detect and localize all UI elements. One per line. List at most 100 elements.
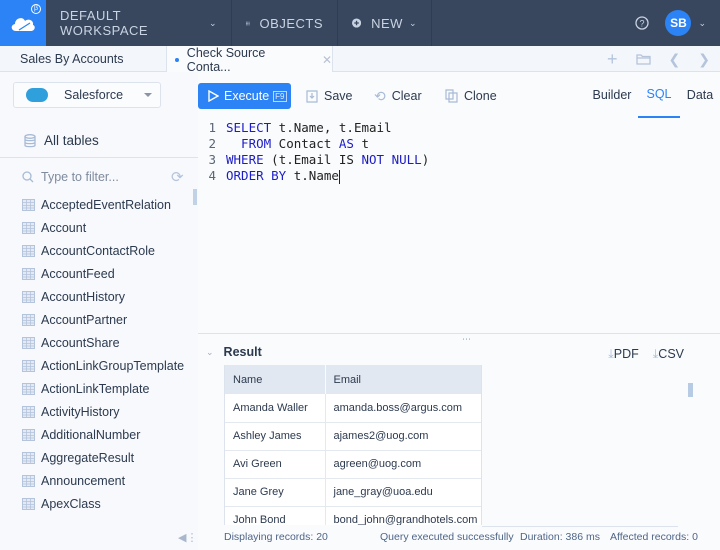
cell-name[interactable]: Avi Green (225, 450, 326, 479)
refresh-icon[interactable]: ⟳ (171, 168, 184, 186)
table-icon (22, 336, 35, 349)
open-folder-icon[interactable] (635, 53, 651, 65)
table-list-item[interactable]: AccountHistory (22, 285, 184, 308)
clone-button[interactable]: Clone (445, 83, 497, 109)
cell-email[interactable]: amanda.boss@argus.com (325, 394, 481, 423)
result-title: Result (223, 345, 262, 359)
export-pdf-button[interactable]: ⤓PDF (608, 347, 639, 362)
new-menu[interactable]: NEW ⌄ (338, 0, 432, 46)
table-name: ApexClass (41, 496, 101, 511)
header-row: Name Email (225, 365, 481, 394)
workspace-dropdown[interactable]: DEFAULT WORKSPACE ⌄ (46, 0, 232, 46)
tab-check-source-contacts[interactable]: Check Source Conta... ✕ (167, 46, 333, 74)
filter-input[interactable]: Type to filter... (41, 170, 119, 184)
sql-editor[interactable]: 1 SELECT t.Name, t.Email 2 FROM Contact AS… (198, 118, 720, 333)
table-icon (22, 244, 35, 257)
tab-data[interactable]: Data (680, 72, 720, 118)
tab-sales-by-accounts[interactable]: Sales By Accounts (0, 46, 167, 72)
all-tables-header[interactable]: All tables (24, 133, 99, 148)
result-grid: Name Email Amanda Waller amanda.boss@argu… (224, 365, 482, 525)
user-avatar[interactable]: SB (665, 10, 692, 36)
table-list-item[interactable]: ActionLinkGroupTemplate (22, 354, 184, 377)
column-header-name[interactable]: Name (225, 365, 326, 394)
table-row[interactable]: Jane Grey jane_gray@uoa.edu (225, 478, 481, 507)
table-list-item[interactable]: ActivityHistory (22, 400, 184, 423)
table-list-item[interactable]: ApexClass (22, 492, 184, 515)
connection-label: Salesforce (64, 88, 124, 102)
tab-builder[interactable]: Builder (586, 72, 638, 118)
clear-button[interactable]: ⟲ Clear (374, 83, 422, 109)
table-list-item[interactable]: ActionLinkTemplate (22, 377, 184, 400)
column-header-email[interactable]: Email (325, 365, 481, 394)
workspace-label: DEFAULT WORKSPACE (60, 8, 149, 38)
objects-label: OBJECTS (259, 15, 323, 31)
execute-button[interactable]: Execute F9 (198, 83, 291, 109)
table-name: AccountContactRole (41, 243, 155, 258)
sql-keyword: WHERE (226, 152, 264, 167)
sql-keyword: FROM (226, 136, 272, 151)
table-filter[interactable]: Type to filter... (22, 170, 119, 184)
export-csv-button[interactable]: ⤓CSV (653, 347, 684, 362)
sql-text: t (353, 136, 370, 151)
sql-text: Contact (271, 136, 339, 151)
connection-select[interactable]: Salesforce (13, 82, 161, 108)
caret-down-icon (144, 93, 152, 97)
close-tab-icon[interactable]: ✕ (322, 53, 332, 67)
collapse-sidebar-icon[interactable]: ◀⋮ (178, 531, 197, 544)
clear-label: Clear (391, 89, 422, 103)
table-row[interactable]: John Bond bond_john@grandhotels.com (225, 506, 481, 525)
resize-grip-icon[interactable]: ⋯ (462, 334, 472, 345)
table-list-item[interactable]: AccountContactRole (22, 239, 184, 262)
cell-name[interactable]: Ashley James (225, 422, 326, 451)
table-icon (22, 198, 35, 211)
table-list-item[interactable]: AdditionalNumber (22, 423, 184, 446)
table-list-item[interactable]: AggregateResult (22, 446, 184, 469)
result-scrollbar[interactable] (688, 383, 693, 397)
table-name: AccountHistory (41, 289, 126, 304)
cell-email[interactable]: bond_john@grandhotels.com (325, 506, 481, 525)
table-row[interactable]: Amanda Waller amanda.boss@argus.com (225, 394, 481, 423)
chevron-left-icon[interactable]: ❮ (669, 51, 681, 68)
table-row[interactable]: Avi Green agreen@uog.com (225, 450, 481, 479)
sql-text: t.Name (286, 168, 339, 183)
help-button[interactable]: ? (619, 0, 665, 46)
cell-name[interactable]: Jane Grey (225, 478, 326, 507)
cell-name[interactable]: Amanda Waller (225, 394, 326, 423)
query-editor-panel: Execute F9 Save ⟲ Clear Clone Builder SQ… (198, 72, 720, 550)
cell-email[interactable]: jane_gray@uoa.edu (325, 478, 481, 507)
panel-splitter[interactable] (198, 333, 720, 334)
sidebar-scrollbar[interactable] (193, 189, 197, 205)
tab-sql[interactable]: SQL (638, 72, 680, 118)
chevron-right-icon[interactable]: ❯ (698, 51, 710, 68)
table-row[interactable]: Ashley James ajames2@uog.com (225, 422, 481, 451)
table-list-item[interactable]: AcceptedEventRelation (22, 193, 184, 216)
add-tab-icon[interactable]: + (607, 49, 618, 70)
all-tables-label: All tables (44, 133, 99, 148)
line-number: 2 (208, 136, 216, 151)
affected-records: Affected records: 0 (610, 531, 698, 543)
cell-email[interactable]: agreen@uog.com (325, 450, 481, 479)
save-button[interactable]: Save (306, 83, 353, 109)
code-text: WHERE (t.Email IS NOT NULL) (226, 152, 429, 168)
line-number: 3 (208, 152, 216, 167)
code-text: ORDER BY t.Name (226, 168, 340, 184)
table-icon (22, 313, 35, 326)
cloud-logo-icon (11, 18, 35, 31)
table-list-item[interactable]: Account (22, 216, 184, 239)
cell-name[interactable]: John Bond (225, 506, 326, 525)
table-name: ActivityHistory (41, 404, 120, 419)
result-section-header[interactable]: ⌄ Result (206, 345, 262, 359)
table-list-item[interactable]: Announcement (22, 469, 184, 492)
user-menu[interactable]: SB ⌄ (665, 0, 720, 46)
chevron-down-icon: ⌄ (208, 17, 217, 28)
cell-email[interactable]: ajames2@uog.com (325, 422, 481, 451)
app-logo[interactable]: β (0, 0, 46, 46)
table-name: AdditionalNumber (41, 427, 141, 442)
table-list-item[interactable]: AccountPartner (22, 308, 184, 331)
new-label: NEW (371, 15, 403, 31)
table-icon (22, 451, 35, 464)
table-list-item[interactable]: AccountShare (22, 331, 184, 354)
table-list-item[interactable]: AccountFeed (22, 262, 184, 285)
objects-menu[interactable]: OBJECTS (232, 0, 338, 46)
save-label: Save (324, 89, 353, 103)
